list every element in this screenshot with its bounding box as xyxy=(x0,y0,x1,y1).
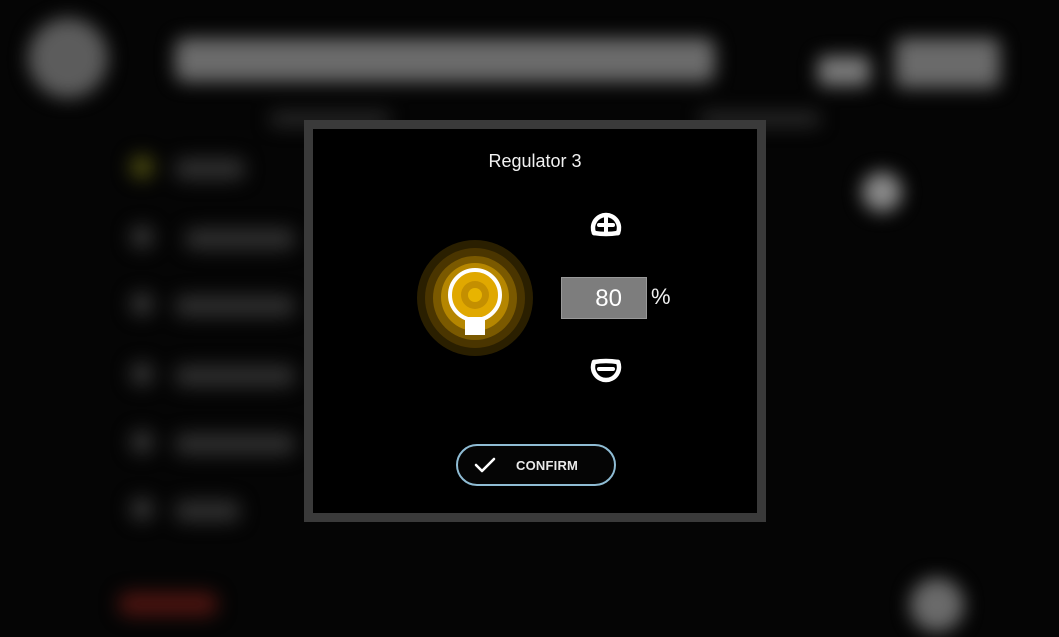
background-list-bar xyxy=(175,295,295,317)
background-list-dot xyxy=(130,497,154,521)
minus-circle-icon xyxy=(590,358,622,383)
percent-unit-label: % xyxy=(651,284,671,309)
background-fab-bottom xyxy=(910,578,964,632)
light-bulb-icon xyxy=(416,239,534,357)
background-list-dot xyxy=(130,430,154,454)
background-list-bar xyxy=(175,158,245,180)
percentage-value-input[interactable]: 80 xyxy=(561,277,647,319)
increase-button[interactable] xyxy=(586,207,626,247)
background-list-dot xyxy=(130,225,154,249)
background-list-dot xyxy=(130,292,154,316)
background-title xyxy=(175,38,715,82)
background-red-badge xyxy=(118,592,218,616)
background-list-bar xyxy=(175,500,240,522)
confirm-label: CONFIRM xyxy=(516,458,579,473)
regulator-dialog: Regulator 3 80 % CONFIRM xyxy=(304,120,766,522)
background-list-bar xyxy=(185,228,295,250)
background-list-dot xyxy=(130,155,154,179)
background-signal-icon xyxy=(818,56,870,86)
background-fab-top xyxy=(862,172,902,212)
plus-circle-icon xyxy=(590,212,622,237)
screen: Regulator 3 80 % CONFIRM xyxy=(0,0,1059,637)
decrease-button[interactable] xyxy=(586,348,626,388)
background-list-dot xyxy=(130,362,154,386)
background-list-bar xyxy=(175,433,295,455)
confirm-button[interactable]: CONFIRM xyxy=(456,444,616,486)
dialog-title: Regulator 3 xyxy=(488,151,582,171)
background-list-bar xyxy=(175,365,295,387)
check-icon xyxy=(474,457,496,473)
background-avatar xyxy=(28,18,108,98)
background-status xyxy=(895,38,1000,88)
